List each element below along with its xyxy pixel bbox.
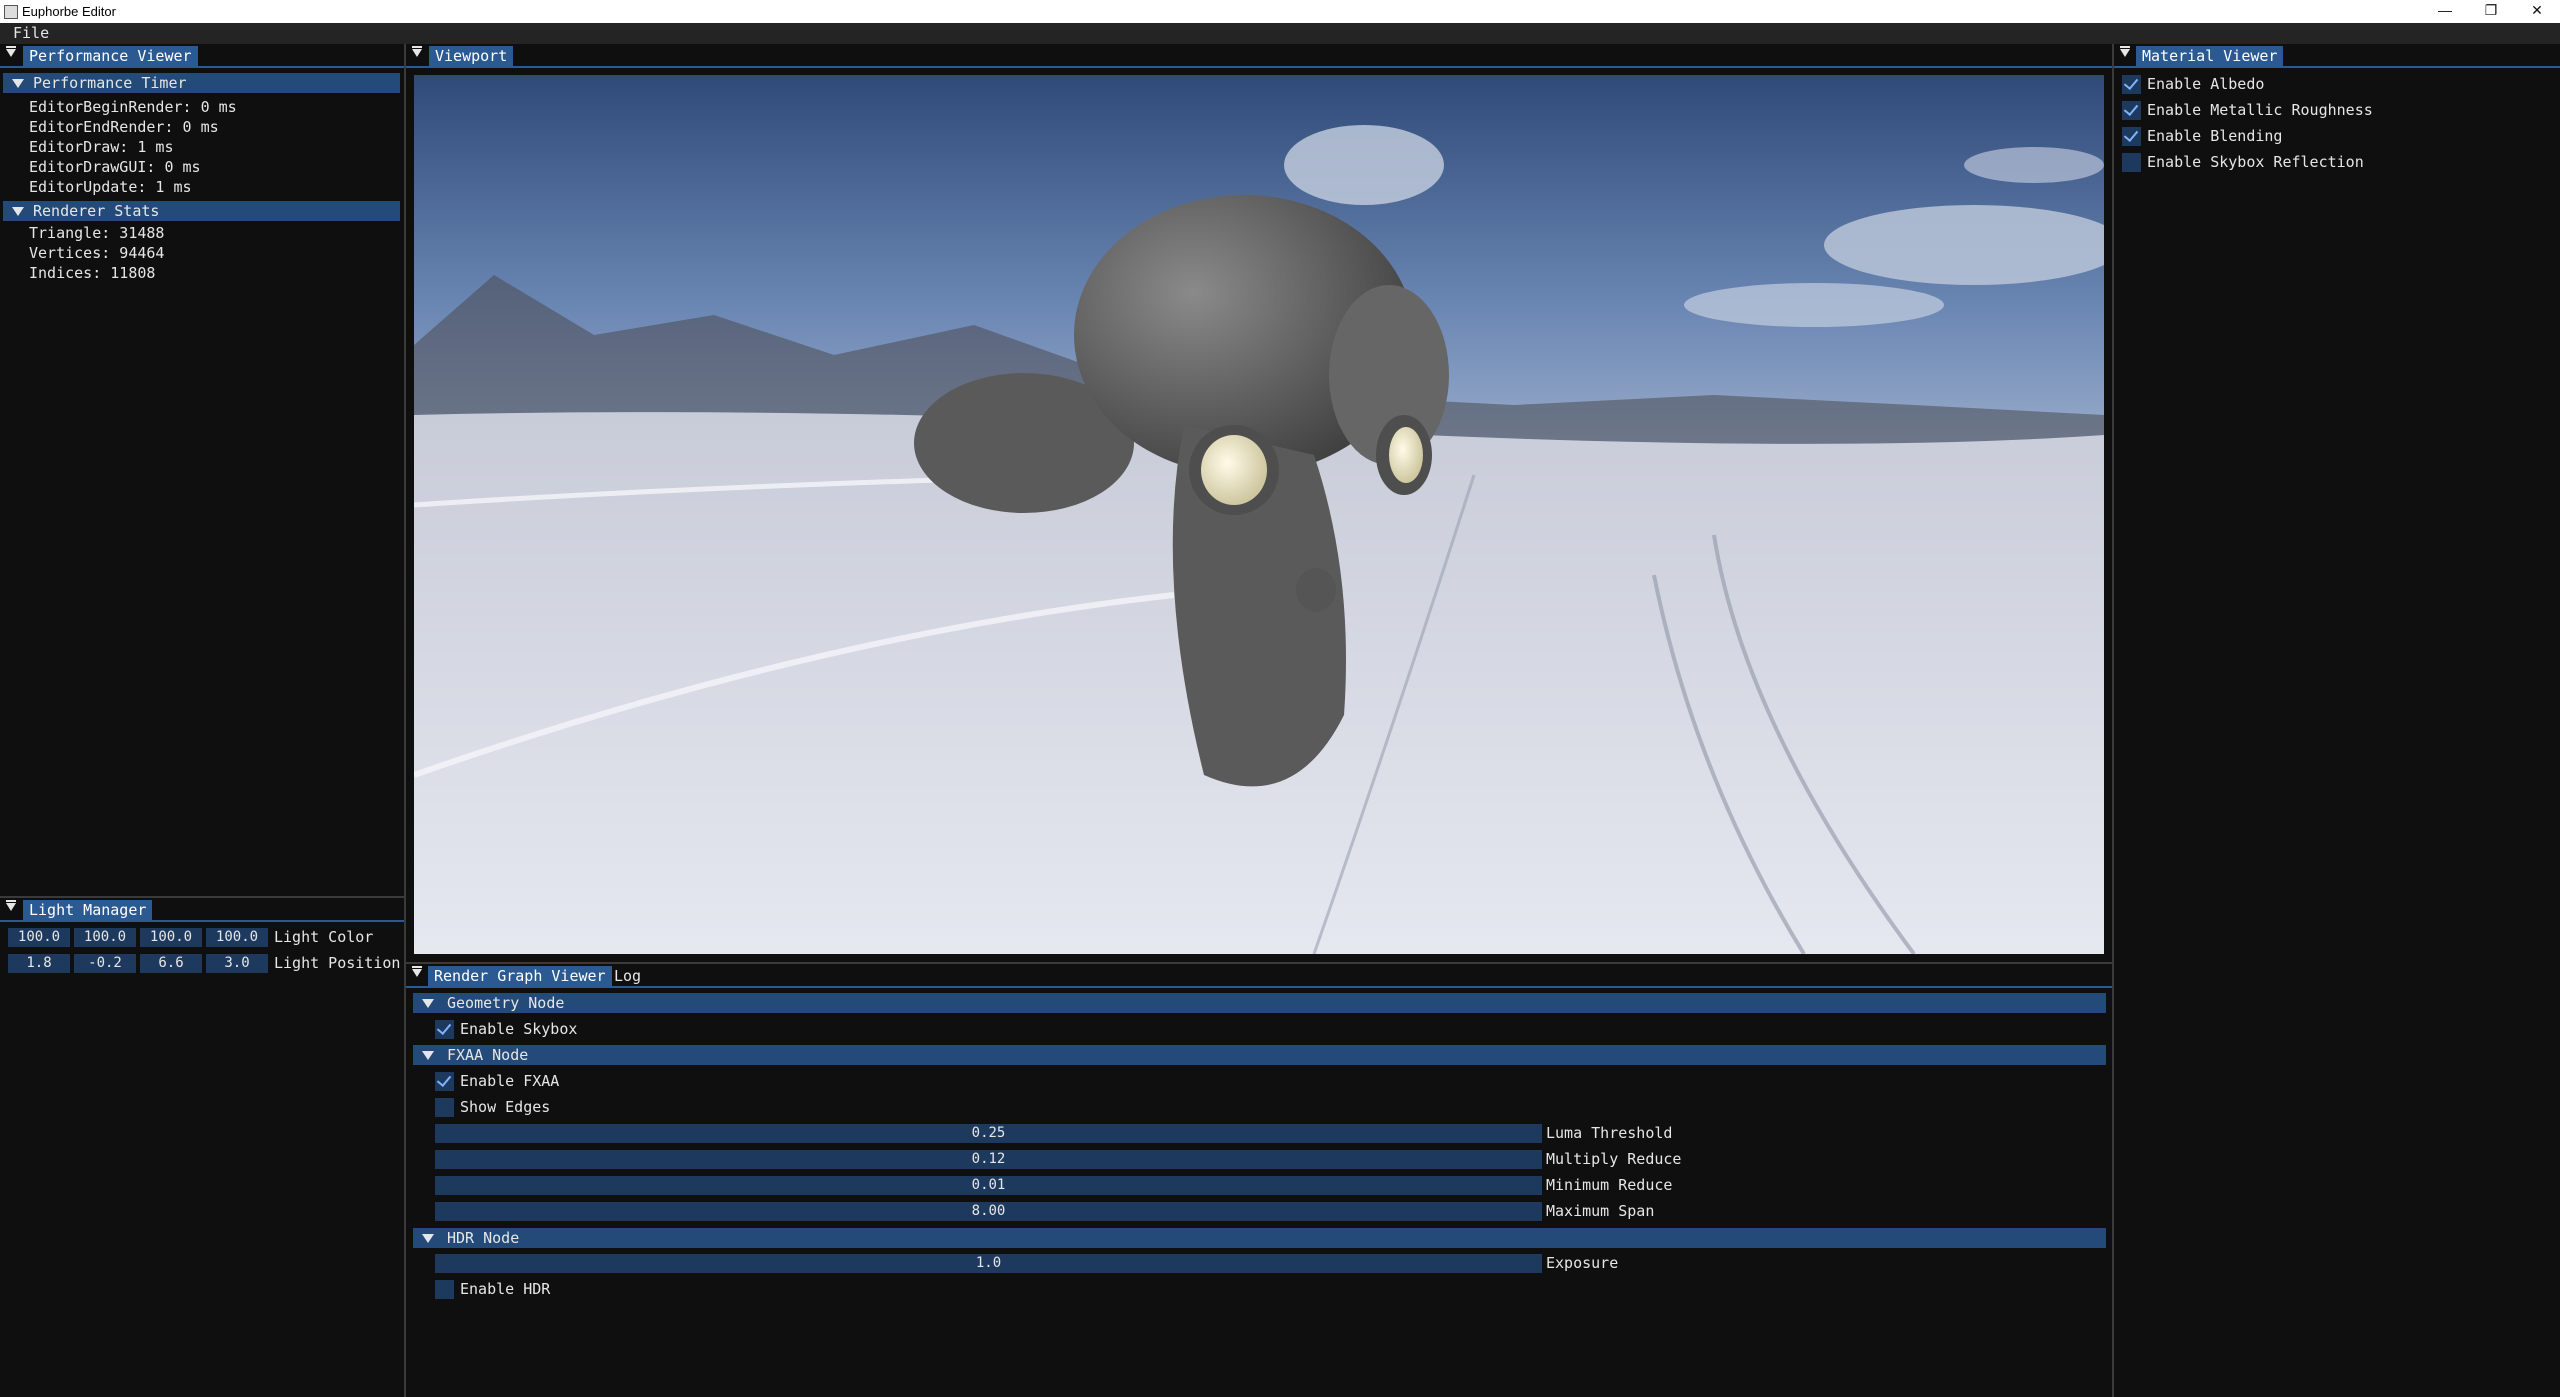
material-viewer-tabbar: Material Viewer [2114,44,2560,68]
exposure-label: Exposure [1546,1254,1619,1272]
enable-skybox-label: Enable Skybox [460,1020,578,1038]
hdr-node-header[interactable]: HDR Node [413,1228,2106,1248]
geometry-node-header[interactable]: Geometry Node [413,993,2106,1013]
tab-performance-viewer[interactable]: Performance Viewer [23,46,198,66]
light-manager-tabbar: Light Manager [0,898,404,922]
viewport-tabbar: Viewport [406,44,2112,68]
light-color-a[interactable]: 100.0 [206,928,268,947]
enable-albedo-label: Enable Albedo [2147,75,2265,93]
expand-arrow-icon [422,1234,434,1243]
enable-metallic-roughness-label: Enable Metallic Roughness [2147,101,2373,119]
light-position-z[interactable]: 6.6 [140,954,202,973]
app-icon [4,5,18,19]
luma-threshold-slider[interactable]: 0.25 [435,1124,1542,1143]
light-position-y[interactable]: -0.2 [74,954,136,973]
renderer-stats-header[interactable]: Renderer Stats [3,201,400,221]
show-edges-label: Show Edges [460,1098,551,1116]
close-button[interactable]: ✕ [2514,0,2560,23]
enable-fxaa-label: Enable FXAA [460,1072,560,1090]
timer-editor-update: EditorUpdate: 1 ms [29,178,192,196]
menu-bar: File [0,23,2560,44]
enable-skybox-checkbox[interactable] [435,1019,454,1039]
timer-editor-end-render: EditorEndRender: 0 ms [29,118,219,136]
panel-menu-icon[interactable] [412,46,422,57]
expand-arrow-icon [422,1051,434,1060]
tab-light-manager[interactable]: Light Manager [23,900,153,920]
checkmark-icon [436,1019,452,1036]
performance-timer-header[interactable]: Performance Timer [3,73,400,93]
stat-vertices: Vertices: 94464 [29,244,165,262]
exposure-slider[interactable]: 1.0 [435,1254,1542,1273]
expand-arrow-icon [12,79,24,88]
enable-hdr-checkbox[interactable] [435,1280,454,1299]
light-color-label: Light Color [274,928,374,946]
minimum-reduce-slider[interactable]: 0.01 [435,1176,1542,1195]
checkmark-icon [2123,100,2139,117]
enable-blending-label: Enable Blending [2147,127,2283,145]
timer-editor-draw-gui: EditorDrawGUI: 0 ms [29,158,201,176]
tab-viewport[interactable]: Viewport [429,46,514,66]
maximize-button[interactable]: ❐ [2468,0,2514,23]
render-graph-panel: Render Graph Viewer Log Geometry Node En… [406,964,2112,1397]
panel-menu-icon[interactable] [6,900,16,911]
checkmark-icon [2123,74,2139,91]
tab-render-graph-viewer[interactable]: Render Graph Viewer [428,966,612,986]
expand-arrow-icon [422,999,434,1008]
enable-hdr-label: Enable HDR [460,1280,551,1298]
performance-viewer-panel: Performance Viewer Performance Timer Edi… [0,44,404,896]
timer-editor-begin-render: EditorBeginRender: 0 ms [29,98,237,116]
multiply-reduce-slider[interactable]: 0.12 [435,1150,1542,1169]
minimize-button[interactable]: — [2422,0,2468,23]
render-graph-tabbar: Render Graph Viewer Log [406,964,2112,988]
light-position-w[interactable]: 3.0 [206,954,268,973]
fxaa-node-header[interactable]: FXAA Node [413,1045,2106,1065]
enable-metallic-roughness-checkbox[interactable] [2122,100,2141,120]
tab-log[interactable]: Log [608,966,647,986]
enable-skybox-reflection-label: Enable Skybox Reflection [2147,153,2364,171]
maximum-span-label: Maximum Span [1546,1202,1655,1220]
panel-menu-icon[interactable] [2120,46,2130,57]
stat-indices: Indices: 11808 [29,264,156,282]
show-edges-checkbox[interactable] [435,1098,454,1117]
checkmark-icon [436,1071,452,1088]
tab-material-viewer[interactable]: Material Viewer [2136,46,2284,66]
scene-image [414,75,2104,954]
light-color-b[interactable]: 100.0 [140,928,202,947]
light-color-r[interactable]: 100.0 [8,928,70,947]
window-title: Euphorbe Editor [22,4,116,19]
luma-threshold-label: Luma Threshold [1546,1124,1673,1142]
timer-editor-draw: EditorDraw: 1 ms [29,138,174,156]
light-color-g[interactable]: 100.0 [74,928,136,947]
expand-arrow-icon [12,207,24,216]
enable-skybox-reflection-checkbox[interactable] [2122,153,2141,172]
enable-blending-checkbox[interactable] [2122,126,2141,146]
maximum-span-slider[interactable]: 8.00 [435,1202,1542,1221]
stat-triangle: Triangle: 31488 [29,224,165,242]
menu-file[interactable]: File [13,24,49,42]
panel-menu-icon[interactable] [412,966,422,977]
enable-fxaa-checkbox[interactable] [435,1071,454,1091]
panel-menu-icon[interactable] [6,46,16,57]
light-manager-panel: Light Manager 100.0 100.0 100.0 100.0 Li… [0,898,404,1397]
light-position-x[interactable]: 1.8 [8,954,70,973]
performance-viewer-tabbar: Performance Viewer [0,44,404,68]
viewport-render[interactable] [414,75,2104,954]
checkmark-icon [2123,126,2139,143]
light-position-label: Light Position [274,954,401,972]
window-titlebar: Euphorbe Editor — ❐ ✕ [0,0,2560,23]
multiply-reduce-label: Multiply Reduce [1546,1150,1682,1168]
enable-albedo-checkbox[interactable] [2122,74,2141,94]
material-viewer-panel: Material Viewer Enable Albedo Enable Met… [2114,44,2560,1397]
minimum-reduce-label: Minimum Reduce [1546,1176,1673,1194]
